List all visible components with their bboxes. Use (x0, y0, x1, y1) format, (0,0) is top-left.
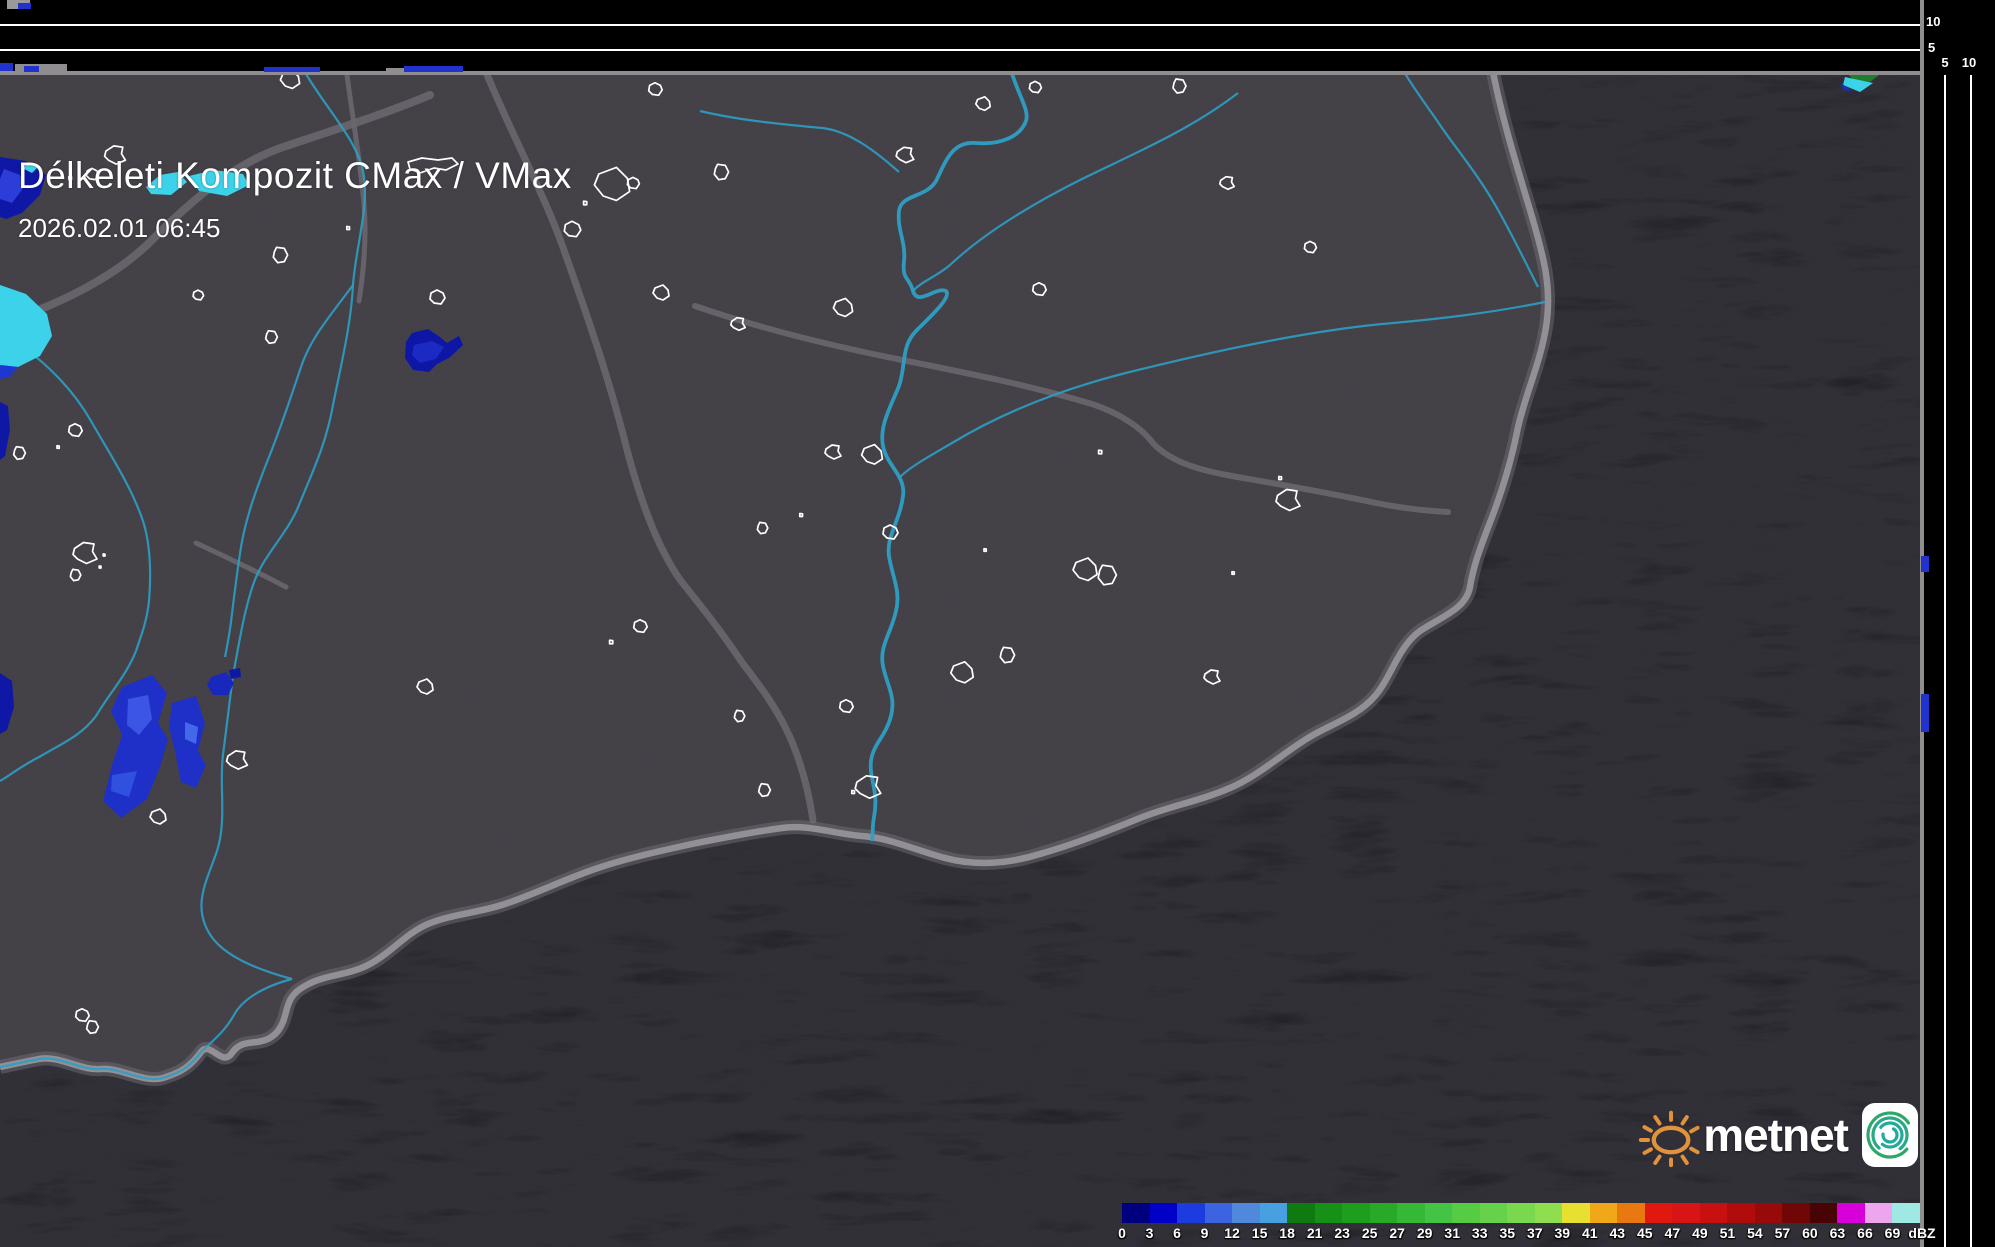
page-title: Délkeleti Kompozit CMax / VMax (18, 155, 572, 197)
dbz-cell (1672, 1203, 1700, 1223)
dbz-tick-label: 0 (1118, 1225, 1126, 1241)
profile-echo (24, 66, 39, 72)
dbz-tick-label: 51 (1720, 1225, 1736, 1241)
dbz-cell (1700, 1203, 1728, 1223)
dbz-unit-label: dBZ (1908, 1225, 1935, 1241)
profile-echo (1921, 556, 1929, 572)
dbz-tick-label: 63 (1830, 1225, 1846, 1241)
map-canvas (0, 75, 1920, 1247)
dbz-cell (1562, 1203, 1590, 1223)
dbz-cell (1617, 1203, 1645, 1223)
axis-tick-label: 10 (1926, 14, 1940, 29)
axis-tick-label: 5 (1928, 40, 1935, 55)
dbz-cell (1727, 1203, 1755, 1223)
dbz-color-bar (1122, 1203, 1920, 1223)
dbz-cell (1837, 1203, 1865, 1223)
dbz-cell (1150, 1203, 1178, 1223)
dbz-cell (1892, 1203, 1920, 1223)
dbz-cell (1535, 1203, 1563, 1223)
dbz-cell (1480, 1203, 1508, 1223)
dbz-cell (1342, 1203, 1370, 1223)
dbz-tick-label: 33 (1472, 1225, 1488, 1241)
profile-echo (15, 64, 67, 72)
spiral-icon (1862, 1107, 1918, 1163)
dbz-tick-label: 54 (1747, 1225, 1763, 1241)
top-profile-strip (0, 0, 1920, 71)
dbz-cell (1645, 1203, 1673, 1223)
dbz-cell (1590, 1203, 1618, 1223)
axis-tick-label: 5 (1937, 55, 1953, 70)
dbz-cell (1507, 1203, 1535, 1223)
profile-echo (1921, 694, 1929, 732)
axis-tick-label: 10 (1961, 55, 1977, 70)
dbz-color-scale: 0369121518212325272931333537394143454749… (1122, 1201, 1942, 1245)
dbz-cell (1452, 1203, 1480, 1223)
timestamp: 2026.02.01 06:45 (18, 213, 220, 244)
profile-echo (18, 3, 31, 9)
dbz-cell (1810, 1203, 1838, 1223)
dbz-tick-label: 6 (1173, 1225, 1181, 1241)
dbz-tick-label: 21 (1307, 1225, 1323, 1241)
height-gridline (0, 49, 1920, 51)
dbz-tick-label: 27 (1389, 1225, 1405, 1241)
dbz-tick-label: 66 (1857, 1225, 1873, 1241)
sun-icon (1638, 1092, 1701, 1178)
dbz-tick-label: 23 (1334, 1225, 1350, 1241)
dbz-cell (1205, 1203, 1233, 1223)
dbz-tick-label: 12 (1224, 1225, 1240, 1241)
metnet-logo: metnet (1638, 1092, 1918, 1178)
dbz-cell (1425, 1203, 1453, 1223)
profile-echo (264, 67, 320, 72)
dbz-tick-label: 3 (1146, 1225, 1154, 1241)
right-profile-strip (1924, 0, 1995, 1247)
dbz-cell (1177, 1203, 1205, 1223)
dbz-cell (1287, 1203, 1315, 1223)
dbz-tick-label: 41 (1582, 1225, 1598, 1241)
dbz-cell (1232, 1203, 1260, 1223)
dbz-tick-label: 43 (1610, 1225, 1626, 1241)
dbz-tick-label: 57 (1775, 1225, 1791, 1241)
dbz-tick-label: 18 (1279, 1225, 1295, 1241)
logo-wordmark: metnet (1703, 1112, 1848, 1158)
dbz-cell (1782, 1203, 1810, 1223)
map-background-layer (0, 75, 1920, 1247)
radar-map[interactable]: Délkeleti Kompozit CMax / VMax 2026.02.0… (0, 75, 1920, 1247)
height-gridline (0, 24, 1920, 26)
dbz-cell (1755, 1203, 1783, 1223)
dbz-tick-label: 15 (1252, 1225, 1268, 1241)
profile-echo (0, 63, 13, 71)
dbz-cell (1315, 1203, 1343, 1223)
dbz-tick-label: 25 (1362, 1225, 1378, 1241)
dbz-tick-label: 31 (1444, 1225, 1460, 1241)
profile-echo (404, 66, 463, 72)
dbz-tick-label: 60 (1802, 1225, 1818, 1241)
dbz-cell (1865, 1203, 1893, 1223)
spiral-logo-badge (1862, 1103, 1918, 1167)
dbz-tick-label: 29 (1417, 1225, 1433, 1241)
dbz-tick-label: 45 (1637, 1225, 1653, 1241)
height-gridline (1944, 75, 1946, 1247)
dbz-cell (1122, 1203, 1150, 1223)
dbz-cell (1260, 1203, 1288, 1223)
height-gridline (1970, 75, 1972, 1247)
dbz-tick-label: 39 (1554, 1225, 1570, 1241)
dbz-tick-label: 49 (1692, 1225, 1708, 1241)
dbz-tick-label: 35 (1499, 1225, 1515, 1241)
dbz-tick-label: 47 (1665, 1225, 1681, 1241)
dbz-cell (1370, 1203, 1398, 1223)
dbz-tick-label: 69 (1885, 1225, 1901, 1241)
profile-echo (386, 68, 405, 72)
radar-viewer: Délkeleti Kompozit CMax / VMax 2026.02.0… (0, 0, 1995, 1247)
dbz-tick-label: 37 (1527, 1225, 1543, 1241)
dbz-cell (1397, 1203, 1425, 1223)
dbz-tick-label: 9 (1201, 1225, 1209, 1241)
